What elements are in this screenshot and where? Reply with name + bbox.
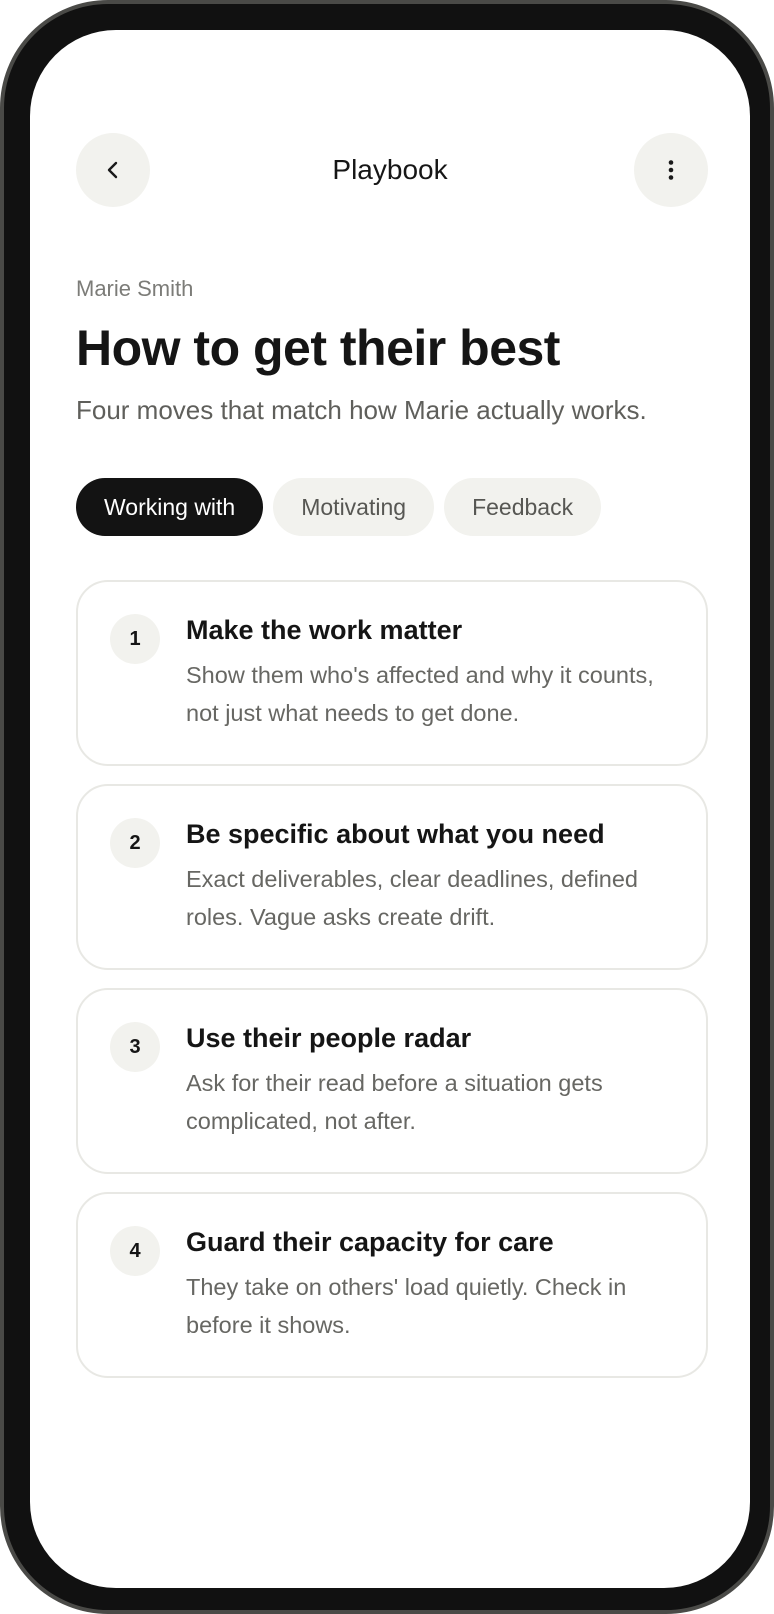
tab-working-with[interactable]: Working with [76, 478, 264, 536]
move-title: Guard their capacity for care [186, 1227, 554, 1257]
tab-feedback[interactable]: Feedback [444, 478, 602, 536]
move-description: Ask for their read before a situation ge… [186, 1070, 603, 1134]
move-title: Be specific about what you need [186, 819, 605, 849]
move-number-badge: 3 [110, 1022, 160, 1072]
app-screen: Playbook Marie Smith How to get their be… [30, 30, 750, 1588]
more-options-button[interactable] [634, 133, 708, 207]
page-subtitle: Four moves that match how Marie actually… [76, 395, 647, 425]
more-vertical-icon [668, 160, 674, 180]
move-number-badge: 1 [110, 614, 160, 664]
tab-bar: Working with Motivating Feedback [76, 478, 602, 536]
tab-motivating[interactable]: Motivating [273, 478, 435, 536]
move-card[interactable]: 3 Use their people radar Ask for their r… [76, 988, 708, 1174]
move-card[interactable]: 2 Be specific about what you need Exact … [76, 784, 708, 970]
move-description: They take on others' load quietly. Check… [186, 1274, 627, 1338]
move-card[interactable]: 4 Guard their capacity for care They tak… [76, 1192, 708, 1378]
move-number-badge: 4 [110, 1226, 160, 1276]
move-title: Make the work matter [186, 615, 463, 645]
moves-list: 1 Make the work matter Show them who's a… [76, 580, 708, 1396]
move-title: Use their people radar [186, 1023, 472, 1053]
move-description: Show them who's affected and why it coun… [186, 662, 654, 726]
page-title: How to get their best [76, 320, 560, 376]
move-card[interactable]: 1 Make the work matter Show them who's a… [76, 580, 708, 766]
move-number-badge: 2 [110, 818, 160, 868]
phone-frame: Playbook Marie Smith How to get their be… [0, 0, 774, 1614]
person-name: Marie Smith [76, 276, 194, 301]
move-description: Exact deliverables, clear deadlines, def… [186, 866, 638, 930]
